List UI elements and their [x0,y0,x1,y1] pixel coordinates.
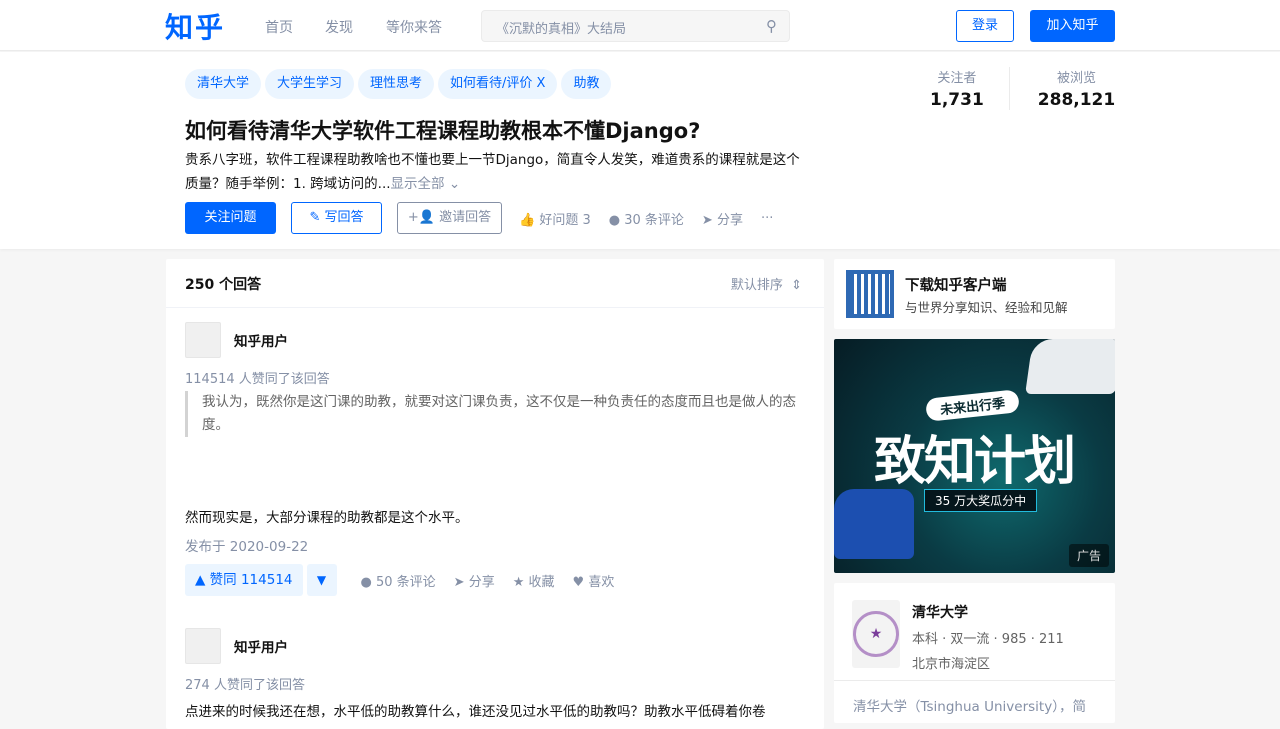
comments-label: 30 条评论 [624,212,684,228]
followers-count: 1,731 [930,90,984,110]
car-image [1025,339,1115,394]
answer-text: 点进来的时候我还在想，水平低的助教算什么，谁还没见过水平低的助教吗？助教水平低碍… [185,704,766,720]
vote-summary: 274 人赞同了该回答 [185,678,305,693]
app-title: 下载知乎客户端 [905,278,1007,294]
like-label: 喜欢 [588,574,615,590]
school-location: 北京市海淀区 [912,657,991,672]
search-placeholder: 《沉默的真相》大结局 [496,22,627,37]
invite-label: 邀请回答 [439,210,492,225]
question-header: 清华大学 大学生学习 理性思考 如何看待/评价 X 助教 如何看待清华大学软件工… [0,52,1280,249]
show-all-label: 显示全部 [390,176,445,192]
good-question-button[interactable]: 👍 好问题 3 [519,209,591,228]
answers-list: 250 个回答 默认排序 ⇕ 知乎用户 114514 人赞同了该回答 我认为，既… [166,259,824,729]
collect-label: 收藏 [528,574,555,590]
question-description: 贵系八字班，软件工程课程助教啥也不懂也要上一节Django，简直令人发笑，难道贵… [185,148,810,196]
topic-tag[interactable]: 如何看待/评价 X [438,69,558,99]
share-label: 分享 [468,574,495,590]
join-button[interactable]: 加入知乎 [1030,10,1115,42]
search-input[interactable]: 《沉默的真相》大结局 ⚲ [481,10,790,42]
upvote-button[interactable]: ▲ 赞同 114514 [185,564,303,596]
collect-button[interactable]: ★ 收藏 [513,571,555,590]
invite-answer-button[interactable]: +👤 邀请回答 [397,202,502,234]
avatar[interactable] [185,322,221,358]
sort-dropdown[interactable]: 默认排序 ⇕ [731,274,802,293]
ad-banner[interactable]: 未来出行季 致知计划 35 万大奖瓜分中 广告 [834,339,1115,573]
car-image [834,489,914,559]
answer-share-button[interactable]: ➤ 分享 [454,571,495,590]
answer-comments-button[interactable]: ● 50 条评论 [361,571,436,590]
downvote-icon: ▼ [316,573,327,587]
share-icon: ➤ [701,212,713,228]
star-icon: ★ [512,574,525,590]
app-subtitle: 与世界分享知识、经验和见解 [905,300,1068,315]
views-stat: 被浏览 288,121 [1008,67,1140,110]
ad-prize: 35 万大奖瓜分中 [924,489,1038,512]
topic-tag[interactable]: 大学生学习 [265,69,355,99]
write-label: 写回答 [324,210,364,225]
publish-date[interactable]: 发布于 2020-09-22 [185,535,308,555]
nav-waiting[interactable]: 等你来答 [386,17,442,37]
avatar[interactable] [185,628,221,664]
top-bar: 知乎 首页 发现 等你来答 《沉默的真相》大结局 ⚲ 登录 加入知乎 [0,0,1280,51]
author-name[interactable]: 知乎用户 [234,330,288,350]
ad-season: 未来出行季 [925,389,1020,422]
pencil-icon: ✎ [309,210,321,225]
search-icon[interactable]: ⚲ [766,17,777,35]
share-label: 分享 [716,212,743,228]
follow-question-button[interactable]: 关注问题 [185,202,276,234]
followers-stat: 关注者 1,731 [920,67,1009,110]
sort-icon: ⇕ [791,278,802,293]
good-label: 好问题 3 [539,212,591,228]
qr-code-icon [846,270,894,318]
thumbs-up-icon: 👍 [519,212,536,228]
description-text: 贵系八字班，软件工程课程助教啥也不懂也要上一节Django，简直令人发笑，难道贵… [185,152,800,192]
divider [834,680,1115,681]
question-title: 如何看待清华大学软件工程课程助教根本不懂Django? [185,119,701,143]
school-card[interactable]: ★ 清华大学 本科 · 双一流 · 985 · 211 北京市海淀区 清华大学（… [834,583,1115,723]
ad-label: 广告 [1068,544,1109,567]
heart-icon: ♥ [572,574,585,590]
comments-label: 50 条评论 [375,574,436,590]
author-name[interactable]: 知乎用户 [234,636,288,656]
share-icon: ➤ [453,574,465,590]
topic-tag[interactable]: 理性思考 [358,69,435,99]
nav-home[interactable]: 首页 [265,17,293,37]
school-logo: ★ [852,600,900,668]
show-all-link[interactable]: 显示全部 ⌄ [391,176,461,192]
views-label: 被浏览 [1056,71,1096,86]
share-button[interactable]: ➤ 分享 [702,209,743,228]
nav-discover[interactable]: 发现 [325,17,353,37]
downvote-button[interactable]: ▼ [306,564,337,596]
divider [166,307,824,308]
add-user-icon: +👤 [407,210,435,225]
comment-icon: ● [360,574,372,590]
vote-summary: 114514 人赞同了该回答 [185,372,330,387]
ad-title: 致知计划 [874,432,1076,492]
zhihu-logo[interactable]: 知乎 [165,6,225,46]
school-meta: 本科 · 双一流 · 985 · 211 [912,632,1064,647]
like-button[interactable]: ♥ 喜欢 [573,571,615,590]
views-count: 288,121 [1037,90,1116,110]
comment-icon: ● [608,212,621,228]
followers-label: 关注者 [937,71,977,86]
write-answer-button[interactable]: ✎ 写回答 [291,202,382,234]
answer-count: 250 个回答 [185,277,262,293]
star-icon: ★ [853,611,899,657]
topic-tag[interactable]: 清华大学 [185,69,262,99]
topic-tag[interactable]: 助教 [561,69,612,99]
login-button[interactable]: 登录 [956,10,1014,42]
download-app-card[interactable]: 下载知乎客户端 与世界分享知识、经验和见解 [834,259,1115,329]
school-intro: 清华大学（Tsinghua University），简 [853,699,1086,715]
answer-text: 然而现实是，大部分课程的助教都是这个水平。 [185,510,469,526]
sort-label: 默认排序 [730,278,783,293]
comments-button[interactable]: ● 30 条评论 [609,209,684,228]
school-name: 清华大学 [912,605,968,621]
answer-quote: 我认为，既然你是这门课的助教，就要对这门课负责，这不仅是一种负责任的态度而且也是… [185,391,805,437]
chevron-down-icon: ⌄ [448,176,461,192]
more-button[interactable]: ··· [761,211,773,226]
